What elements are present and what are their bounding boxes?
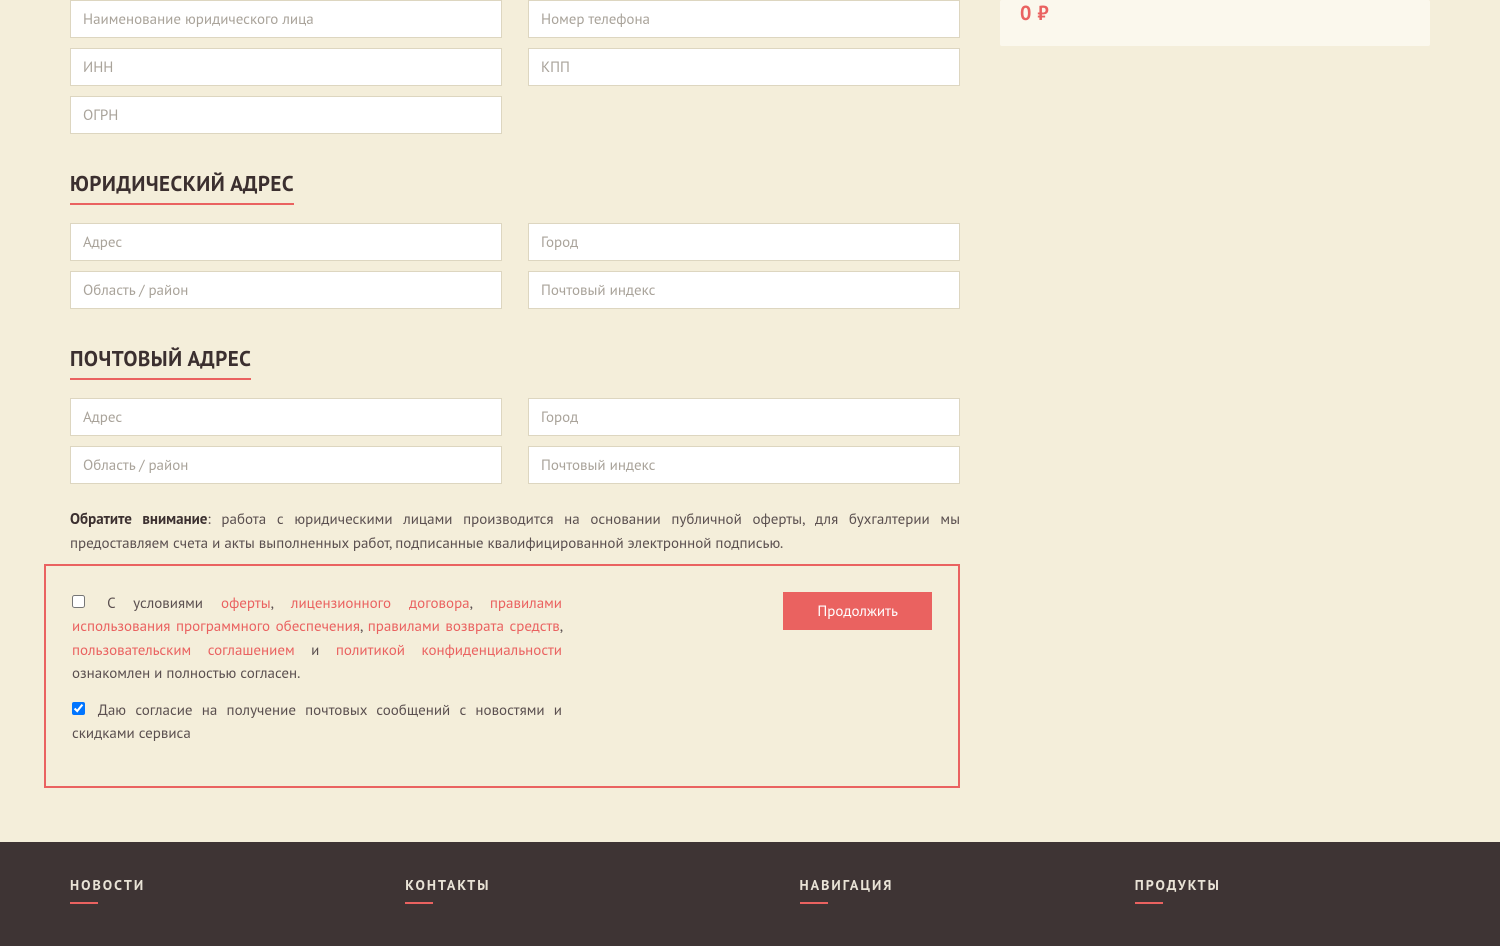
license-link[interactable]: лицензионного договора [291,594,470,613]
privacy-link[interactable]: политикой конфиденциальности [336,641,562,660]
legal-region-field[interactable] [70,271,502,309]
legal-notice: Обратите внимание: работа с юридическими… [70,508,960,556]
legal-zip-field[interactable] [528,271,960,309]
legal-notice-strong: Обратите внимание [70,510,207,529]
postal-zip-field[interactable] [528,446,960,484]
consent-box: С условиями оферты, лицензионного догово… [44,564,960,788]
refund-link[interactable]: правилами возврата средств [368,617,560,636]
newsletter-label: Даю согласие на получение почтовых сообщ… [72,701,562,743]
continue-button[interactable]: Продолжить [783,592,932,630]
inn-field[interactable] [70,48,502,86]
offer-link[interactable]: оферты [221,594,271,613]
ogrn-field[interactable] [70,96,502,134]
legal-address-heading: ЮРИДИЧЕСКИЙ АДРЕС [70,170,294,205]
postal-city-field[interactable] [528,398,960,436]
newsletter-checkbox[interactable] [72,702,85,715]
phone-field[interactable] [528,0,960,38]
terms-checkbox[interactable] [72,595,85,608]
consent-prefix: С условиями [107,594,221,613]
legal-city-field[interactable] [528,223,960,261]
postal-address-heading: ПОЧТОВЫЙ АДРЕС [70,345,251,380]
postal-region-field[interactable] [70,446,502,484]
footer-contacts-title: КОНТАКТЫ [405,876,490,912]
org-name-field[interactable] [70,0,502,38]
postal-address-field[interactable] [70,398,502,436]
user-agreement-link[interactable]: пользовательским соглашением [72,641,295,660]
consent-suffix: ознакомлен и полностью согласен. [72,664,300,683]
footer: НОВОСТИ КОНТАКТЫ НАВИГАЦИЯ ПРОДУКТЫ [0,842,1500,946]
legal-address-field[interactable] [70,223,502,261]
total-price: 0 ₽ [1000,0,1430,46]
kpp-field[interactable] [528,48,960,86]
footer-news-title: НОВОСТИ [70,876,145,912]
footer-nav-title: НАВИГАЦИЯ [800,876,894,912]
footer-products-title: ПРОДУКТЫ [1135,876,1221,912]
